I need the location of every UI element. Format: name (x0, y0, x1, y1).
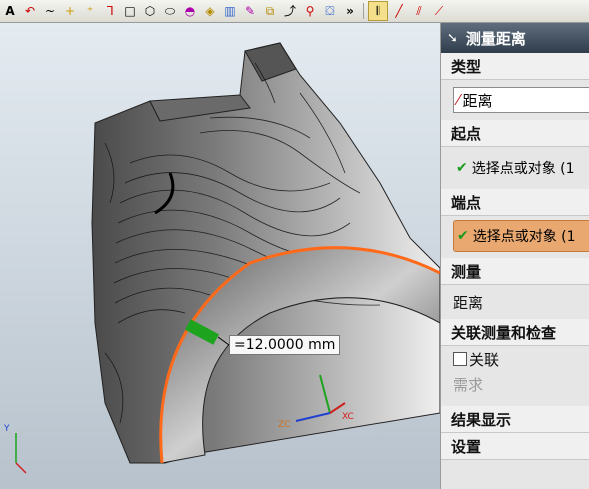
end-selection-text: 选择点或对象 (1 (472, 229, 576, 245)
join-icon[interactable]: ⚲ (301, 2, 319, 20)
axis-xc-label: XC (342, 412, 354, 422)
start-selection-text: 选择点或对象 (1 (471, 161, 575, 177)
section-assoc-header[interactable]: 关联测量和检查 (441, 319, 589, 346)
section-measure-label: 测量 (451, 262, 482, 281)
associative-checkbox[interactable] (453, 352, 467, 366)
start-point-selector[interactable]: ✔ 选择点或对象 (1 (453, 153, 589, 183)
section-start-label: 起点 (451, 124, 482, 143)
section-type-header[interactable]: 类型 (441, 53, 589, 80)
requirement-row: 需求 (441, 372, 589, 396)
section-result-header[interactable]: 结果显示 (441, 406, 589, 433)
line-tool-icon[interactable]: ╱ (390, 2, 408, 20)
parallel-icon[interactable]: ⫽ (410, 2, 428, 20)
section-measure-header[interactable]: 测量 (441, 258, 589, 285)
section-assoc-label: 关联测量和检查 (451, 323, 557, 342)
toolbar-separator (363, 3, 364, 19)
section-start-header[interactable]: 起点 (441, 120, 589, 147)
point-icon[interactable]: + (61, 2, 79, 20)
project-icon[interactable]: ⛋ (321, 2, 339, 20)
arc-icon[interactable]: ↶ (21, 2, 39, 20)
axis-zc-label: ZC (278, 420, 290, 430)
pin-icon[interactable]: ➘ (447, 31, 458, 46)
top-toolbar: A ↶ ~ + ⁺ ᒣ □ ⬡ ⬭ ◓ ◈ ▥ ✎ ⧉ ⤴ ⚲ ⛋ » 𝄃 ╱ … (0, 0, 589, 23)
ellipse-icon[interactable]: ⬭ (161, 2, 179, 20)
tangent-icon[interactable]: ⟋ (430, 2, 448, 20)
line-icon[interactable]: ᒣ (101, 2, 119, 20)
section-end-label: 端点 (451, 193, 482, 212)
measure-distance-dialog: ➘ 测量距离 类型 ⁄ 距离 起点 ✔ 选择点或对象 (1 端点 ✔ 选择点或对… (440, 23, 589, 489)
distance-type-icon: ⁄ (457, 91, 460, 109)
section-end-header[interactable]: 端点 (441, 189, 589, 216)
check-icon: ✔ (457, 228, 469, 244)
graphics-viewport[interactable]: XC ZC Y =12.0000 mm (0, 23, 440, 489)
end-point-selector[interactable]: ✔ 选择点或对象 (1 (453, 220, 589, 252)
bridge-icon[interactable]: ⤴ (281, 2, 299, 20)
spline-icon[interactable]: ~ (41, 2, 59, 20)
dialog-title: 测量距离 (465, 29, 526, 48)
point-set-icon[interactable]: ⁺ (81, 2, 99, 20)
face-icon[interactable]: ◈ (201, 2, 219, 20)
section-type-label: 类型 (451, 57, 482, 76)
check-icon: ✔ (456, 160, 468, 176)
offset-icon[interactable]: ⧉ (261, 2, 279, 20)
polygon-icon[interactable]: ⬡ (141, 2, 159, 20)
measure-value-row: 距离 (441, 285, 589, 319)
more-icon[interactable]: » (341, 2, 359, 20)
measure-value: 距离 (453, 293, 484, 312)
section-settings-label: 设置 (451, 437, 482, 456)
section-result-label: 结果显示 (451, 410, 512, 429)
associative-label: 关联 (469, 350, 500, 369)
law-icon[interactable]: ✎ (241, 2, 259, 20)
section-settings-header[interactable]: 设置 (441, 433, 589, 460)
model-canvas: XC ZC Y (0, 23, 440, 489)
type-select[interactable]: ⁄ 距离 (453, 87, 589, 113)
text-icon[interactable]: A (1, 2, 19, 20)
dialog-title-bar[interactable]: ➘ 测量距离 (441, 23, 589, 53)
rectangle-icon[interactable]: □ (121, 2, 139, 20)
axis-y-label: Y (3, 424, 10, 434)
curve-icon[interactable]: ◓ (181, 2, 199, 20)
snap-icon[interactable]: 𝄃 (368, 1, 388, 21)
dimension-label: =12.0000 mm (229, 335, 341, 355)
section-icon[interactable]: ▥ (221, 2, 239, 20)
associative-checkbox-row[interactable]: 关联 (441, 346, 589, 372)
requirement-label: 需求 (453, 375, 484, 394)
type-select-value: 距离 (462, 91, 493, 110)
